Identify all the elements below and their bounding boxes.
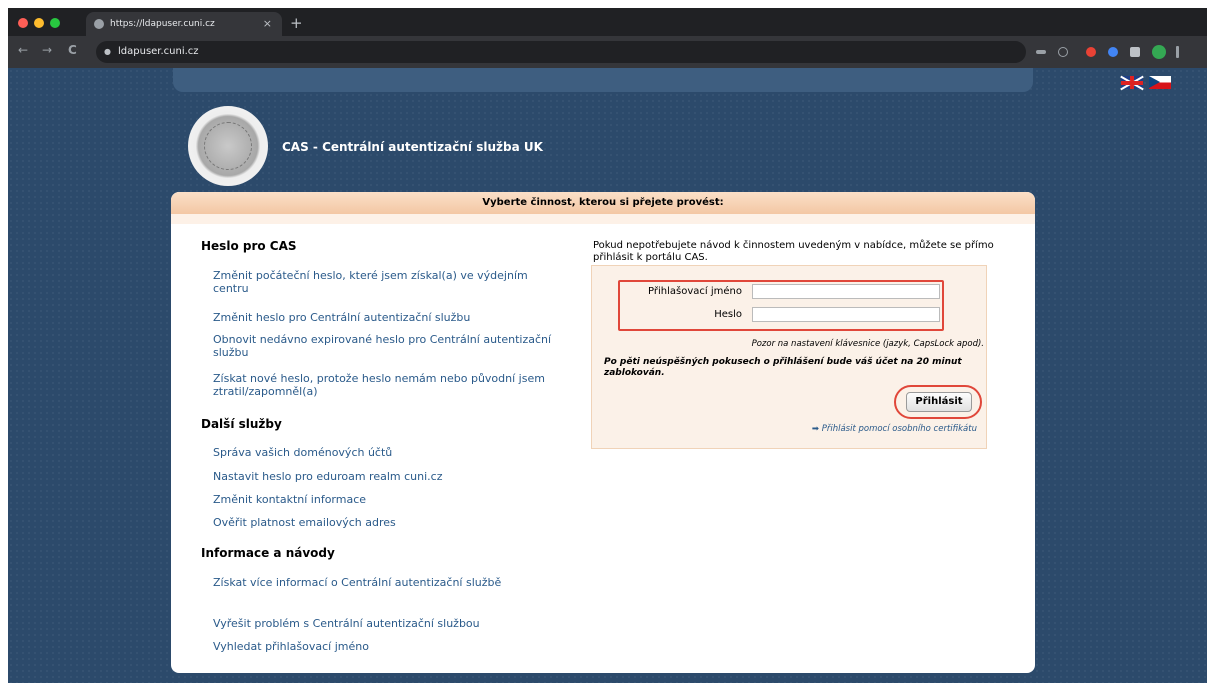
reload-icon[interactable]: C — [68, 43, 77, 57]
menu-icon[interactable] — [1176, 46, 1179, 58]
lockout-warning: Po pěti neúspěšných pokusech o přihlášen… — [604, 357, 962, 378]
top-bar — [173, 68, 1171, 92]
section-title-heslo: Heslo pro CAS — [201, 239, 297, 253]
panel-heading: Vyberte činnost, kterou si přejete prové… — [171, 192, 1035, 214]
login-button[interactable]: Přihlásit — [906, 392, 972, 412]
tab-title: https://ldapuser.cuni.cz — [110, 19, 215, 29]
link-renew-expired-password[interactable]: Obnovit nedávno expirované heslo pro Cen… — [213, 333, 553, 359]
forward-icon[interactable]: → — [42, 43, 52, 57]
link-find-username[interactable]: Vyhledat přihlašovací jméno — [213, 640, 553, 653]
lock-icon: ● — [104, 47, 111, 56]
password-input[interactable] — [752, 307, 940, 322]
back-icon[interactable]: ← — [18, 43, 28, 57]
section-title-dalsi: Další služby — [201, 417, 282, 431]
link-contact-info[interactable]: Změnit kontaktní informace — [213, 493, 553, 506]
key-icon[interactable] — [1036, 50, 1046, 54]
link-domain-accounts[interactable]: Správa vašich doménových účtů — [213, 446, 553, 459]
cz-flag-icon[interactable] — [1149, 76, 1171, 89]
tab-strip: https://ldapuser.cuni.cz × + — [8, 8, 1207, 36]
login-intro: Pokud nepotřebujete návod k činnostem uv… — [593, 240, 994, 263]
link-change-password[interactable]: Změnit heslo pro Centrální autentizační … — [213, 311, 553, 324]
link-change-initial-password[interactable]: Změnit počáteční heslo, které jsem získa… — [213, 269, 553, 295]
extension-blue-icon[interactable] — [1108, 47, 1118, 57]
new-tab-button[interactable]: + — [290, 12, 303, 34]
profile-avatar[interactable] — [1152, 45, 1166, 59]
page: CAS - Centrální autentizační služba UK V… — [8, 68, 1207, 683]
link-eduroam[interactable]: Nastavit heslo pro eduroam realm cuni.cz — [213, 470, 553, 483]
browser-toolbar: ← → C ● ldapuser.cuni.cz — [8, 36, 1207, 68]
address-bar[interactable]: ● ldapuser.cuni.cz — [96, 41, 1026, 63]
main-panel: Vyberte činnost, kterou si přejete prové… — [171, 192, 1035, 673]
minimize-window-icon[interactable] — [34, 18, 44, 28]
extension-red-icon[interactable] — [1086, 47, 1096, 57]
section-title-info: Informace a návody — [201, 546, 335, 560]
close-window-icon[interactable] — [18, 18, 28, 28]
username-label: Přihlašovací jméno — [648, 286, 742, 297]
link-new-password[interactable]: Získat nové heslo, protože heslo nemám n… — [213, 372, 553, 398]
maximize-window-icon[interactable] — [50, 18, 60, 28]
link-more-info[interactable]: Získat více informací o Centrální autent… — [213, 576, 553, 589]
favicon-icon — [94, 19, 104, 29]
keyboard-warning: Pozor na nastavení klávesnice (jazyk, Ca… — [751, 339, 984, 349]
login-box: Přihlašovací jméno Heslo Pozor na nastav… — [591, 265, 987, 449]
username-input[interactable] — [752, 284, 940, 299]
browser-chrome: https://ldapuser.cuni.cz × + ← → C ● lda… — [8, 8, 1207, 68]
page-title: CAS - Centrální autentizační služba UK — [282, 140, 543, 154]
link-solve-problem[interactable]: Vyřešit problém s Centrální autentizační… — [213, 617, 553, 630]
university-seal-logo — [188, 106, 268, 186]
address-url: ldapuser.cuni.cz — [118, 46, 199, 57]
puzzle-icon[interactable] — [1130, 47, 1140, 57]
password-label: Heslo — [714, 309, 742, 320]
browser-tab[interactable]: https://ldapuser.cuni.cz × — [86, 12, 282, 36]
star-icon[interactable] — [1058, 47, 1068, 57]
link-verify-email[interactable]: Ověřit platnost emailových adres — [213, 516, 553, 529]
certificate-login-link[interactable]: ➡ Přihlásit pomocí osobního certifikátu — [732, 424, 977, 434]
uk-flag-icon[interactable] — [1120, 75, 1144, 90]
tab-close-icon[interactable]: × — [263, 12, 272, 36]
